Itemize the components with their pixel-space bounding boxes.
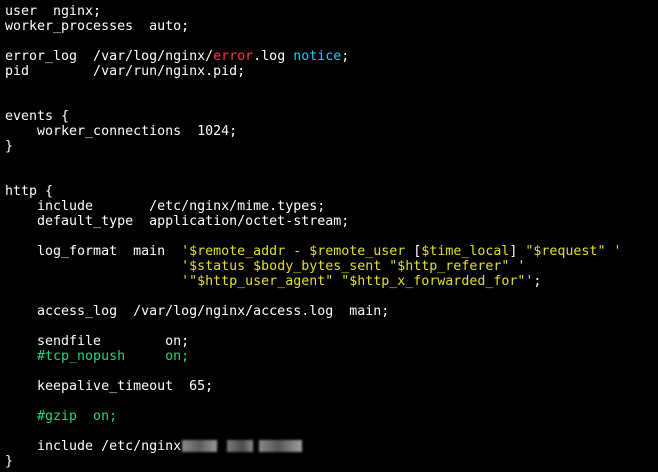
terminal-window[interactable]: user nginx; worker_processes auto; error_… — [0, 0, 658, 472]
code-token: notice — [293, 49, 342, 64]
code-token: $time_local — [421, 244, 510, 259]
code-line: pid /var/run/nginx.pid; — [5, 64, 621, 79]
code-token: include /etc/nginx — [5, 439, 182, 454]
code-token: error_log /var/log/nginx/ — [5, 49, 214, 64]
code-line: include /etc/nginx — [5, 439, 621, 454]
code-token: error — [213, 49, 254, 64]
code-line: worker_processes auto; — [5, 19, 621, 34]
nginx-config-text: user nginx; worker_processes auto; error_… — [5, 4, 621, 469]
code-line: '"$http_user_agent" "$http_x_forwarded_f… — [5, 274, 621, 289]
code-token: '$status $body_bytes_sent "$http_referer… — [181, 259, 526, 274]
code-token: pid /var/run/nginx.pid; — [5, 64, 246, 79]
code-line: sendfile on; — [5, 334, 621, 349]
code-line: #tcp_nopush on; — [5, 349, 621, 364]
code-token: log_format main — [5, 244, 182, 259]
code-token: default_type application/octet-stream; — [5, 214, 350, 229]
code-line: '$status $body_bytes_sent "$http_referer… — [5, 259, 621, 274]
code-line: access_log /var/log/nginx/access.log mai… — [5, 304, 621, 319]
code-token: ] — [509, 244, 526, 259]
code-token: worker_connections 1024; — [5, 124, 238, 139]
code-line: error_log /var/log/nginx/error.log notic… — [5, 49, 621, 64]
code-line: } — [5, 139, 621, 154]
code-line: default_type application/octet-stream; — [5, 214, 621, 229]
redacted-text-blur — [227, 440, 254, 452]
code-token: keepalive_timeout 65; — [5, 379, 214, 394]
code-token: include /etc/nginx/mime.types; — [5, 199, 326, 214]
code-token: .log — [253, 49, 294, 64]
redacted-text-blur — [182, 440, 218, 452]
code-token: #tcp_nopush — [5, 349, 126, 364]
code-line: keepalive_timeout 65; — [5, 379, 621, 394]
code-line: } — [5, 454, 621, 469]
code-token: '$remote_addr - $remote_user — [181, 244, 414, 259]
code-token: sendfile on; — [5, 334, 190, 349]
code-token: events { — [5, 109, 70, 124]
code-line: worker_connections 1024; — [5, 124, 621, 139]
code-line: http { — [5, 184, 621, 199]
code-token: ; — [341, 49, 350, 64]
code-token: on; — [165, 349, 190, 364]
code-line: log_format main '$remote_addr - $remote_… — [5, 244, 621, 259]
code-token: #gzip on; — [5, 409, 118, 424]
code-line: include /etc/nginx/mime.types; — [5, 199, 621, 214]
code-token: } — [5, 139, 14, 154]
code-token: } — [5, 454, 14, 469]
code-line: user nginx; — [5, 4, 621, 19]
code-token: ; — [533, 274, 542, 289]
code-token: "$request" ' — [525, 244, 622, 259]
code-line: events { — [5, 109, 621, 124]
code-token: http { — [5, 184, 54, 199]
code-token: '"$http_user_agent" "$http_x_forwarded_f… — [181, 274, 534, 289]
redacted-text-blur — [259, 440, 303, 452]
code-token: access_log /var/log/nginx/access.log mai… — [5, 304, 390, 319]
code-token: user nginx; — [5, 4, 102, 19]
code-line: #gzip on; — [5, 409, 621, 424]
code-token: worker_processes auto; — [5, 19, 190, 34]
